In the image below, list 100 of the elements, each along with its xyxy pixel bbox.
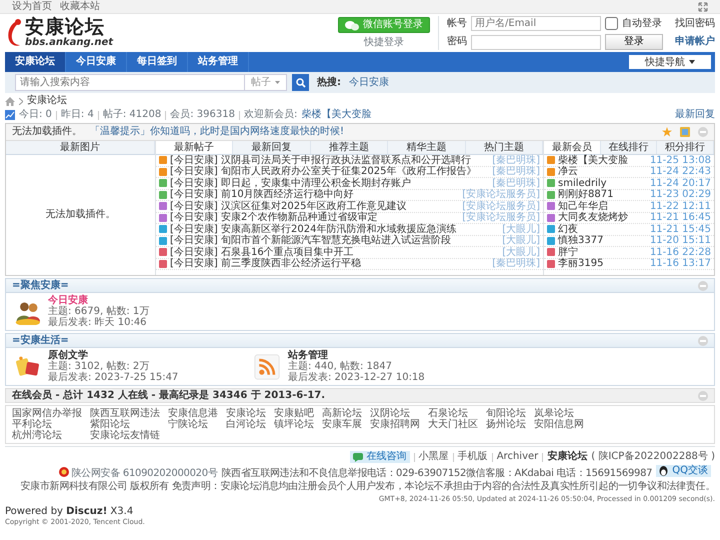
- chat-bubbles-icon: [345, 20, 359, 31]
- friend-link[interactable]: 高新论坛: [322, 408, 362, 419]
- post-title-link[interactable]: [今日安康] 旬阳市人民政府办公室关于征集2025年《政府工作报告》: [170, 166, 476, 178]
- friend-link[interactable]: 宁陕论坛: [168, 419, 218, 430]
- latest-reply-link[interactable]: 最新回复: [675, 109, 715, 121]
- forum-name-link[interactable]: 站务管理: [288, 350, 425, 361]
- member-join-time: 11-25 13:08: [648, 154, 711, 166]
- tab[interactable]: 最新回复: [233, 141, 311, 154]
- tab[interactable]: 最新会员: [544, 141, 601, 154]
- divider-icon: [238, 110, 240, 120]
- tab[interactable]: 热门主题: [466, 141, 544, 154]
- friend-link[interactable]: 安康车展: [322, 419, 362, 430]
- search-field[interactable]: 请输入搜索内容: [15, 74, 245, 91]
- member-name-link[interactable]: 净云: [558, 166, 578, 178]
- post-title-link[interactable]: [今日安康] 汉阴县司法局关于申报行政执法监督联系点和公开选聘行: [170, 154, 471, 166]
- register-link[interactable]: 申请帐户: [675, 36, 715, 48]
- friend-link[interactable]: 陕西互联网违法: [90, 408, 160, 419]
- username-label: 帐号: [447, 18, 467, 30]
- penguin-icon: [659, 466, 668, 476]
- friend-link[interactable]: 扬州论坛: [486, 419, 526, 430]
- auto-login-checkbox[interactable]: [605, 17, 618, 30]
- tab[interactable]: 最新帖子: [156, 141, 234, 154]
- post-title-link[interactable]: [今日安康] 安康2个农作物新品种通过省级审定: [170, 212, 378, 224]
- post-title-link[interactable]: [今日安康] 前三季度陕西非公经济运行平稳: [170, 258, 361, 270]
- post-title-link[interactable]: [今日安康] 即日起，安康集中清理公积金长期封存账户: [170, 178, 411, 189]
- qq-chat-button[interactable]: QQ交谈: [656, 465, 711, 477]
- member-name-link[interactable]: 胖宁: [558, 246, 578, 258]
- password-field[interactable]: [471, 34, 601, 50]
- friend-link[interactable]: 安康信息港: [168, 408, 218, 419]
- password-label: 密码: [447, 36, 467, 48]
- login-button[interactable]: 登录: [605, 34, 663, 50]
- online-consult-button[interactable]: 在线咨询: [350, 451, 410, 463]
- post-title-link[interactable]: [今日安康] 前10月陕西经济运行稳中向好: [170, 189, 354, 200]
- breadcrumb-link[interactable]: 安康论坛: [27, 95, 67, 107]
- friend-link[interactable]: 安康论坛友情链: [90, 430, 160, 441]
- new-member-link[interactable]: 柴楼【美大变脸: [301, 109, 372, 121]
- member-name-link[interactable]: 柴楼【美大变脸: [558, 154, 628, 166]
- forum-name-link[interactable]: 原创文学: [48, 350, 178, 361]
- post-title-link[interactable]: [今日安康] 汉滨区征集对2025年区政府工作意见建议: [170, 200, 406, 212]
- member-name-link[interactable]: 知己年华启: [558, 200, 608, 212]
- disclaimer-text: 免责声明：安康论坛消息均由注册会员个人用户发布，本论坛不承担由于内容的合法性及真实性所引起的一切争议和法律责任。: [172, 481, 715, 492]
- footer-link[interactable]: Archiver: [496, 451, 538, 463]
- icp-link[interactable]: ( 陕ICP备2022002288号 ): [591, 451, 715, 463]
- footer-link[interactable]: 小黑屋: [418, 451, 449, 463]
- category-title: =安康生活=: [12, 334, 69, 346]
- member-name-link[interactable]: 大同炙友烧烤炒: [558, 212, 628, 224]
- friend-link[interactable]: 紫阳论坛: [90, 419, 160, 430]
- search-button[interactable]: [292, 74, 309, 91]
- tab[interactable]: 精华主题: [388, 141, 466, 154]
- divider-icon: [98, 110, 99, 120]
- nav-tab[interactable]: 安康论坛: [5, 52, 66, 72]
- chart-icon: [5, 110, 15, 120]
- tab[interactable]: 在线排行: [600, 141, 658, 154]
- footer-link[interactable]: 手机版: [458, 451, 488, 463]
- friend-link[interactable]: 汉阴论坛: [370, 408, 420, 419]
- friend-link[interactable]: 安康贴吧: [274, 408, 314, 419]
- tab[interactable]: 推荐主题: [310, 141, 388, 154]
- post-title-link[interactable]: [今日安康] 旬阳市首个新能源汽车智慧充换电站进入试运营阶段: [170, 235, 451, 246]
- member-name-link[interactable]: smiledrily: [558, 178, 607, 189]
- stat-text: 今日: 0: [19, 109, 52, 121]
- welcome-text: 欢迎新会员:: [244, 109, 298, 121]
- friend-link[interactable]: 杭州湾论坛: [12, 430, 82, 441]
- post-title-link[interactable]: [今日安康] 石泉县16个重点项目集中开工: [170, 246, 354, 258]
- member-name-link[interactable]: 幻夜: [558, 224, 578, 235]
- police-record-link[interactable]: 陕公网安备 61090202000020号: [72, 468, 218, 479]
- quick-nav-button[interactable]: 快捷导航: [629, 55, 711, 69]
- friend-link[interactable]: 安康论坛: [226, 408, 266, 419]
- quick-login-caption: 快捷登录: [362, 36, 405, 49]
- forum-stats: 主题: 6679, 帖数: 1万: [48, 306, 150, 317]
- top-link[interactable]: 收藏本站: [60, 0, 100, 12]
- friend-link[interactable]: 安康招聘网: [370, 419, 420, 430]
- forum-last-post: 最后发表: 2023-7-25 15:47: [48, 372, 178, 383]
- notice-link[interactable]: 「温馨提示」你知道吗，此时是国内网络速度最快的时候!: [90, 126, 344, 138]
- post-title-link[interactable]: [今日安康] 安康高新区举行2024年防汛防滑和水域救援应急演练: [170, 224, 456, 235]
- member-name-link[interactable]: 李丽3195: [558, 258, 604, 270]
- forum-name-link[interactable]: 今日安康: [48, 295, 150, 306]
- top-link[interactable]: 设为首页: [12, 0, 52, 12]
- friend-link[interactable]: 大天门社区: [428, 419, 478, 430]
- stat-text: 昨日: 4: [60, 109, 94, 121]
- find-password-link[interactable]: 找回密码: [675, 18, 715, 30]
- member-name-link[interactable]: 慎独3377: [558, 235, 604, 246]
- friend-link[interactable]: 旬阳论坛: [486, 408, 526, 419]
- friend-link[interactable]: 白河论坛: [226, 419, 266, 430]
- friend-link[interactable]: 石泉论坛: [428, 408, 478, 419]
- hot-search-link[interactable]: 今日安康: [349, 76, 389, 88]
- auto-login-label[interactable]: 自动登录: [622, 18, 662, 30]
- tab[interactable]: 积分排行: [657, 141, 714, 154]
- collapse-icon: [698, 390, 708, 400]
- member-join-time: 11-16 22:28: [648, 246, 711, 258]
- friend-link[interactable]: 国家网信办举报: [12, 408, 82, 419]
- username-field[interactable]: 用户名/Email: [471, 16, 601, 31]
- site-name: 安康论坛: [25, 17, 105, 37]
- plugin-error-text: 无法加载插件。: [46, 209, 116, 221]
- site-name-link[interactable]: 安康论坛: [547, 451, 588, 463]
- member-name-link[interactable]: 刚刚好8871: [558, 189, 614, 200]
- friend-link[interactable]: 镇坪论坛: [274, 419, 314, 430]
- friend-link[interactable]: 安阳信息网: [534, 419, 584, 430]
- tab[interactable]: 最新图片: [6, 141, 155, 154]
- friend-link[interactable]: 岚皋论坛: [534, 408, 584, 419]
- friend-link[interactable]: 平利论坛: [12, 419, 82, 430]
